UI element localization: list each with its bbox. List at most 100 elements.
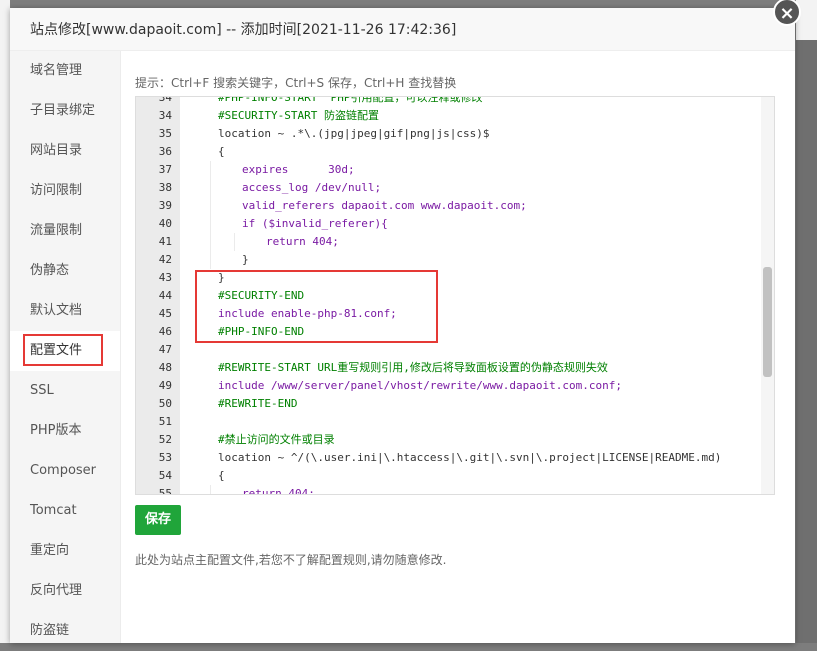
line-number: 47 bbox=[158, 343, 172, 356]
code-lines: 34 #PHP-INFO-START PHP引用配置，可以注释或修改 34 #SECU… bbox=[136, 96, 766, 495]
sidebar-item[interactable]: 流量限制 bbox=[10, 211, 120, 251]
sidebar-item[interactable]: 访问限制 bbox=[10, 171, 120, 211]
line-number: 36 bbox=[158, 145, 172, 158]
code-line: 49 include /www/server/panel/vhost/rewrit… bbox=[136, 377, 766, 395]
code-text: location ~ .*\.(jpg|jpeg|gif|png|js|css)… bbox=[218, 127, 490, 140]
line-number: 34 bbox=[158, 109, 172, 122]
dialog-header: 站点修改[www.dapaoit.com] -- 添加时间[2021-11-26… bbox=[10, 8, 795, 51]
line-number: 50 bbox=[158, 397, 172, 410]
code-line: 44 #SECURITY-END bbox=[136, 287, 766, 305]
scrollbar-track[interactable] bbox=[761, 97, 774, 494]
sidebar-item[interactable]: SSL bbox=[10, 371, 120, 411]
code-text: #SECURITY-END bbox=[218, 289, 305, 302]
backdrop-left bbox=[0, 0, 10, 643]
code-line: 52 #禁止访问的文件或目录 bbox=[136, 431, 766, 449]
config-panel: 提示：Ctrl+F 搜索关键字，Ctrl+S 保存，Ctrl+H 查找替换 34… bbox=[135, 51, 785, 643]
line-number: 52 bbox=[158, 433, 172, 446]
code-line: 46 #PHP-INFO-END bbox=[136, 323, 766, 341]
code-text: include enable-php-81.conf; bbox=[218, 307, 397, 320]
sidebar-item[interactable]: 重定向 bbox=[10, 531, 120, 571]
scrollbar-thumb[interactable] bbox=[763, 267, 772, 377]
shortcut-tip: 提示：Ctrl+F 搜索关键字，Ctrl+S 保存，Ctrl+H 查找替换 bbox=[135, 76, 457, 90]
indent-guide bbox=[210, 179, 211, 197]
line-number: 51 bbox=[158, 415, 172, 428]
indent-guide bbox=[210, 197, 211, 215]
sidebar-item[interactable]: 网站目录 bbox=[10, 131, 120, 171]
code-line: 36 { bbox=[136, 143, 766, 161]
line-number: 44 bbox=[158, 289, 172, 302]
code-line: 53 location ~ ^/(\.user.ini|\.htaccess|\.… bbox=[136, 449, 766, 467]
code-text: return 404; bbox=[266, 235, 339, 248]
sidebar-item[interactable]: 防盗链 bbox=[10, 611, 120, 651]
line-number: 42 bbox=[158, 253, 172, 266]
code-text: { bbox=[218, 145, 225, 158]
line-number: 55 bbox=[158, 487, 172, 495]
code-text: { bbox=[218, 469, 225, 482]
line-number: 40 bbox=[158, 217, 172, 230]
line-number: 53 bbox=[158, 451, 172, 464]
sidebar-item[interactable]: Tomcat bbox=[10, 491, 120, 531]
code-line: 35 location ~ .*\.(jpg|jpeg|gif|png|js|cs… bbox=[136, 125, 766, 143]
code-text: #PHP-INFO-END bbox=[218, 325, 305, 338]
sidebar-item[interactable]: 子目录绑定 bbox=[10, 91, 120, 131]
line-number: 48 bbox=[158, 361, 172, 374]
code-text: } bbox=[242, 253, 249, 266]
code-text: #SECURITY-START 防盗链配置 bbox=[218, 109, 379, 122]
indent-guide bbox=[210, 215, 211, 233]
sidebar: 域名管理 子目录绑定 网站目录 访问限制 流量限制 伪静态 默认文档 配置文件 SSL PHP版本… bbox=[10, 51, 121, 643]
line-number: 46 bbox=[158, 325, 172, 338]
config-warning-note: 此处为站点主配置文件,若您不了解配置规则,请勿随意修改. bbox=[135, 553, 447, 567]
code-line: 34 #PHP-INFO-START PHP引用配置，可以注释或修改 bbox=[136, 96, 766, 107]
sidebar-item[interactable]: 伪静态 bbox=[10, 251, 120, 291]
code-line: 34 #SECURITY-START 防盗链配置 bbox=[136, 107, 766, 125]
code-text: return 404; bbox=[242, 487, 315, 495]
indent-guide bbox=[210, 233, 211, 251]
site-edit-dialog: 站点修改[www.dapaoit.com] -- 添加时间[2021-11-26… bbox=[10, 0, 801, 643]
code-line: 38 access_log /dev/null; bbox=[136, 179, 766, 197]
code-text: expires 30d; bbox=[242, 163, 355, 176]
sidebar-item[interactable]: 默认文档 bbox=[10, 291, 120, 331]
sidebar-item[interactable]: 反向代理 bbox=[10, 571, 120, 611]
code-text: access_log /dev/null; bbox=[242, 181, 382, 194]
indent-guide bbox=[210, 485, 211, 494]
code-line: 41 return 404; bbox=[136, 233, 766, 251]
code-line: 47 bbox=[136, 341, 766, 359]
code-line: 42} bbox=[136, 251, 766, 269]
indent-guide bbox=[210, 161, 211, 179]
code-text: if ($invalid_referer){ bbox=[242, 217, 388, 230]
save-button[interactable]: 保存 bbox=[135, 505, 181, 535]
line-number: 41 bbox=[158, 235, 172, 248]
line-number: 43 bbox=[158, 271, 172, 284]
sidebar-item[interactable]: Composer bbox=[10, 451, 120, 491]
line-number: 45 bbox=[158, 307, 172, 320]
line-number: 35 bbox=[158, 127, 172, 140]
line-number: 37 bbox=[158, 163, 172, 176]
code-text: #禁止访问的文件或目录 bbox=[218, 433, 335, 446]
code-text: #REWRITE-END bbox=[218, 397, 298, 410]
sidebar-item[interactable]: PHP版本 bbox=[10, 411, 120, 451]
code-line: 54 { bbox=[136, 467, 766, 485]
sidebar-item[interactable]: 配置文件 bbox=[10, 331, 120, 371]
code-text: location ~ ^/(\.user.ini|\.htaccess|\.gi… bbox=[218, 451, 722, 464]
indent-guide bbox=[210, 251, 211, 269]
line-number: 39 bbox=[158, 199, 172, 212]
code-text: include /www/server/panel/vhost/rewrite/… bbox=[218, 379, 622, 392]
dialog-title: 站点修改[www.dapaoit.com] -- 添加时间[2021-11-26… bbox=[30, 22, 457, 38]
code-line: 50 #REWRITE-END bbox=[136, 395, 766, 413]
code-line: 48 #REWRITE-START URL重写规则引用,修改后将导致面板设置的伪静… bbox=[136, 359, 766, 377]
backdrop-right bbox=[796, 0, 817, 643]
code-line: 55 return 404; bbox=[136, 485, 766, 495]
sidebar-item[interactable]: 域名管理 bbox=[10, 51, 120, 91]
code-line: 45 include enable-php-81.conf; bbox=[136, 305, 766, 323]
indent-guide bbox=[234, 233, 235, 251]
line-number: 34 bbox=[158, 96, 172, 104]
code-text: #PHP-INFO-START PHP引用配置，可以注释或修改 bbox=[218, 96, 483, 104]
code-line: 37 expires 30d; bbox=[136, 161, 766, 179]
line-number: 49 bbox=[158, 379, 172, 392]
code-line: 40 if ($invalid_referer){ bbox=[136, 215, 766, 233]
code-editor[interactable]: 34 #PHP-INFO-START PHP引用配置，可以注释或修改 34 #SECU… bbox=[135, 96, 775, 495]
line-number: 38 bbox=[158, 181, 172, 194]
line-number: 54 bbox=[158, 469, 172, 482]
code-text: valid_referers dapaoit.com www.dapaoit.c… bbox=[242, 199, 527, 212]
code-line: 43} bbox=[136, 269, 766, 287]
